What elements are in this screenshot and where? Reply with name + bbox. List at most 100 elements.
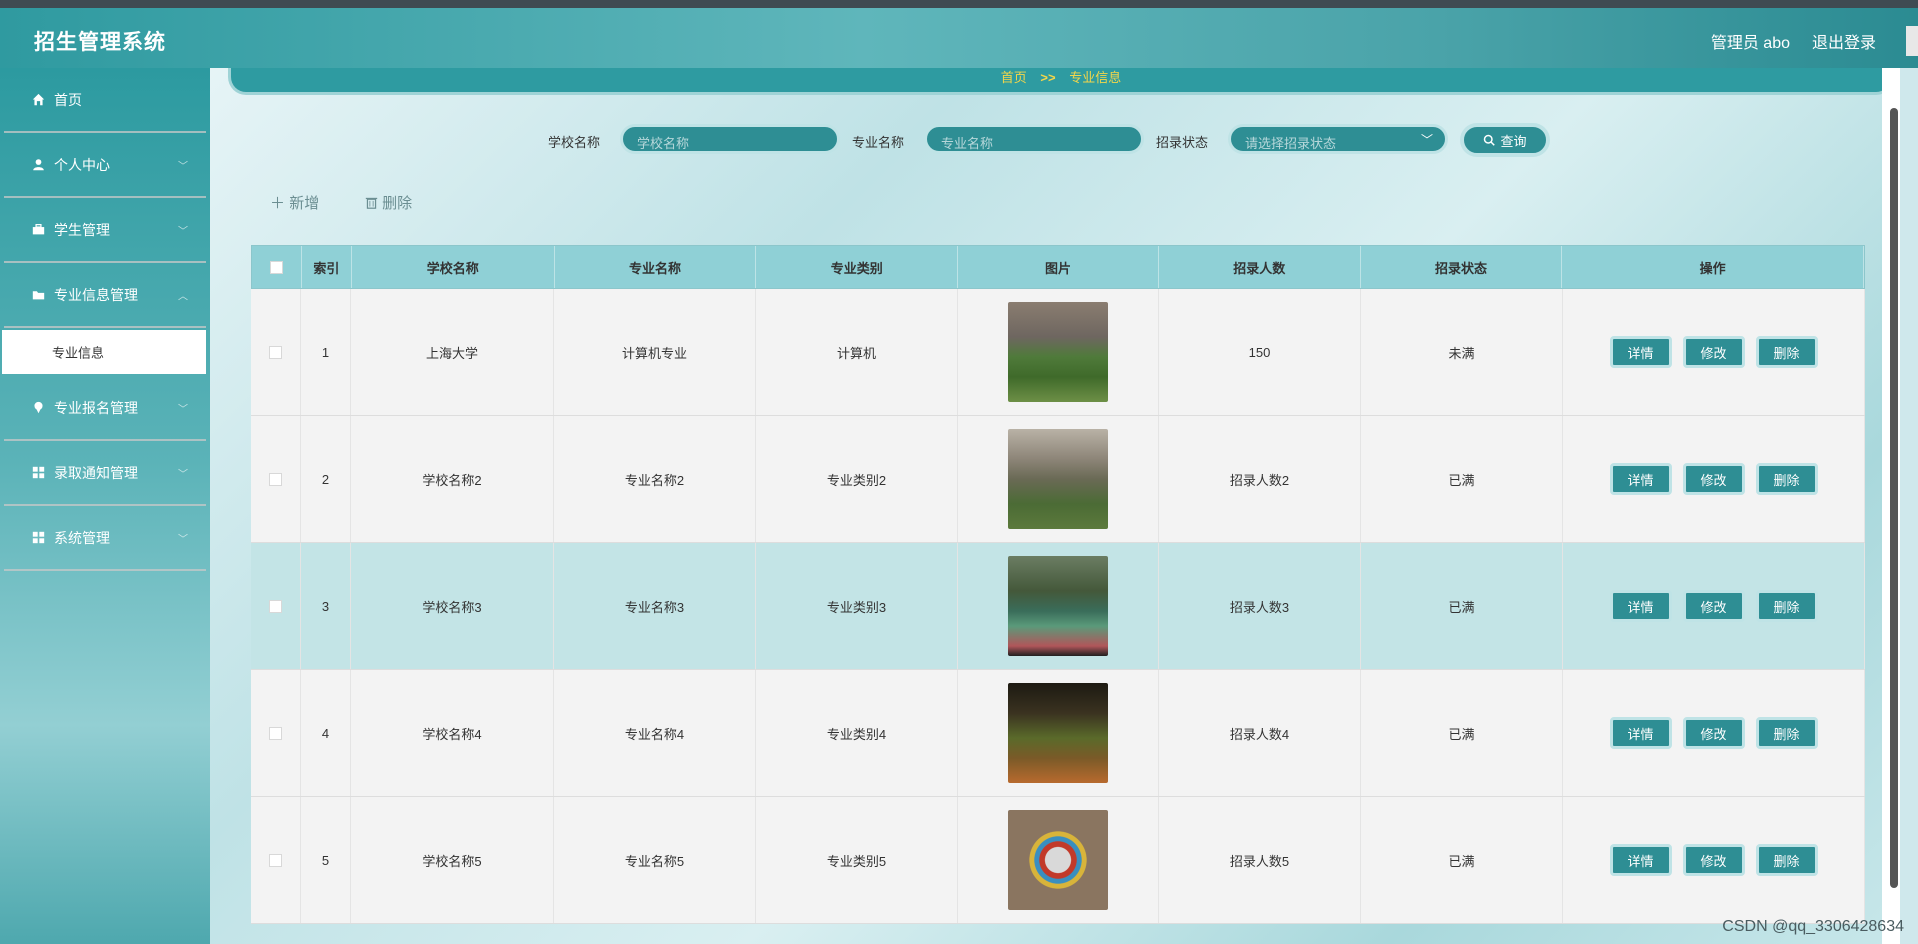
sidebar-subitem-label: 专业信息: [52, 345, 105, 361]
edit-button[interactable]: 修改: [1682, 590, 1745, 622]
cell-index: 2: [301, 416, 351, 542]
cell-status: 未满: [1361, 289, 1563, 415]
sidebar-item-label: 个人中心: [54, 156, 110, 173]
edit-button[interactable]: 修改: [1682, 844, 1745, 876]
scrollbar-thumb[interactable]: [1890, 108, 1898, 888]
cell-category: 计算机: [756, 289, 958, 415]
cell-school: 学校名称5: [351, 797, 554, 923]
school-name-placeholder: 学校名称: [637, 136, 690, 151]
current-user: 管理员 abo: [1710, 35, 1790, 52]
row-select-cell: [251, 670, 301, 796]
sidebar-item-admission-notice[interactable]: 录取通知管理 ﹀: [4, 441, 206, 506]
cell-actions: 详情 修改 删除: [1563, 670, 1865, 796]
edit-button[interactable]: 修改: [1682, 717, 1745, 749]
major-name-placeholder: 专业名称: [941, 136, 994, 151]
sidebar-item-system[interactable]: 系统管理 ﹀: [4, 506, 206, 571]
pin-icon: [31, 401, 45, 415]
row-checkbox[interactable]: [269, 853, 282, 867]
sidebar-item-home[interactable]: 首页: [4, 68, 206, 133]
delete-button[interactable]: 删除: [1755, 463, 1818, 495]
cell-status: 已满: [1361, 416, 1563, 542]
column-header: 专业类别: [756, 246, 959, 288]
campus-photo[interactable]: [1008, 429, 1108, 529]
column-header: 图片: [958, 246, 1159, 288]
column-header: 索引: [302, 246, 352, 288]
row-checkbox[interactable]: [269, 599, 282, 613]
campus-photo[interactable]: [1008, 683, 1108, 783]
sidebar-item-enrollment-mgmt[interactable]: 专业报名管理 ﹀: [4, 376, 206, 441]
delete-button[interactable]: 删除: [1755, 590, 1818, 622]
add-button[interactable]: ＋ 新增: [270, 192, 319, 213]
cell-count: 招录人数3: [1159, 543, 1361, 669]
cell-image: [958, 416, 1159, 542]
edit-button[interactable]: 修改: [1682, 463, 1745, 495]
campus-photo[interactable]: [1008, 556, 1108, 656]
sidebar-item-label: 学生管理: [54, 221, 110, 238]
search-form: 学校名称 学校名称 专业名称 专业名称 招录状态 请选择招录状态 ﹀ 查询: [210, 123, 1900, 157]
sidebar-item-students[interactable]: 学生管理 ﹀: [4, 198, 206, 263]
cell-school: 学校名称2: [351, 416, 554, 542]
breadcrumb-separator: >>: [1040, 70, 1056, 85]
column-header: 操作: [1562, 246, 1864, 288]
cell-school: 学校名称4: [351, 670, 554, 796]
major-name-label: 专业名称: [852, 135, 905, 150]
query-button[interactable]: 查询: [1460, 123, 1550, 157]
table-row[interactable]: 1 上海大学 计算机专业 计算机 150 未满 详情 修改 删除: [251, 289, 1865, 416]
cell-major: 计算机专业: [554, 289, 756, 415]
cell-major: 专业名称5: [554, 797, 756, 923]
major-name-input[interactable]: 专业名称: [924, 124, 1144, 154]
grid-icon: [31, 466, 45, 480]
top-header: 招生管理系统 管理员 abo 退出登录: [0, 8, 1918, 68]
detail-button[interactable]: 详情: [1609, 844, 1672, 876]
row-select-cell: [251, 797, 301, 923]
detail-button[interactable]: 详情: [1609, 590, 1672, 622]
table-row[interactable]: 4 学校名称4 专业名称4 专业类别4 招录人数4 已满 详情 修改 删除: [251, 670, 1865, 797]
school-name-input[interactable]: 学校名称: [620, 124, 840, 154]
search-icon: [1484, 134, 1496, 146]
detail-button[interactable]: 详情: [1609, 336, 1672, 368]
detail-button[interactable]: 详情: [1609, 463, 1672, 495]
breadcrumb: 首页 >> 专业信息: [231, 68, 1891, 86]
table-row[interactable]: 5 学校名称5 专业名称5 专业类别5 招录人数5 已满 详情 修改 删除: [251, 797, 1865, 924]
delete-button[interactable]: 删除: [1755, 336, 1818, 368]
cell-status: 已满: [1361, 670, 1563, 796]
column-header: 招录状态: [1361, 246, 1563, 288]
detail-button[interactable]: 详情: [1609, 717, 1672, 749]
campus-photo[interactable]: [1008, 302, 1108, 402]
sidebar-item-label: 系统管理: [54, 529, 110, 546]
sidebar-item-profile[interactable]: 个人中心 ﹀: [4, 133, 206, 198]
cell-image: [958, 543, 1159, 669]
major-info-table: 索引 学校名称 专业名称 专业类别 图片 招录人数 招录状态 操作 1 上海大学…: [251, 245, 1865, 924]
logout-link[interactable]: 退出登录: [1812, 29, 1876, 53]
vertical-scrollbar[interactable]: [1882, 68, 1900, 944]
sidebar-subitem-major-info[interactable]: 专业信息: [2, 330, 206, 374]
system-title: 招生管理系统: [34, 31, 166, 54]
add-button-label: 新增: [289, 195, 320, 212]
table-row[interactable]: 2 学校名称2 专业名称2 专业类别2 招录人数2 已满 详情 修改 删除: [251, 416, 1865, 543]
batch-delete-button[interactable]: 删除: [365, 192, 412, 213]
row-checkbox[interactable]: [269, 726, 282, 740]
table-header: 索引 学校名称 专业名称 专业类别 图片 招录人数 招录状态 操作: [251, 245, 1865, 289]
cell-count: 招录人数2: [1159, 416, 1361, 542]
cell-image: [958, 797, 1159, 923]
cell-category: 专业类别2: [756, 416, 958, 542]
delete-button[interactable]: 删除: [1755, 844, 1818, 876]
user-icon: [31, 158, 45, 172]
watermark-text: CSDN @qq_3306428634: [1722, 918, 1904, 935]
table-row[interactable]: 3 学校名称3 专业名称3 专业类别3 招录人数3 已满 详情 修改 删除: [251, 543, 1865, 670]
breadcrumb-bar: 首页 >> 专业信息: [228, 68, 1894, 95]
delete-button[interactable]: 删除: [1755, 717, 1818, 749]
row-checkbox[interactable]: [269, 472, 282, 486]
cell-school: 上海大学: [351, 289, 554, 415]
cell-major: 专业名称2: [554, 416, 756, 542]
row-checkbox[interactable]: [269, 345, 282, 359]
edit-button[interactable]: 修改: [1682, 336, 1745, 368]
breadcrumb-current: 专业信息: [1069, 70, 1122, 85]
status-select[interactable]: 请选择招录状态 ﹀: [1228, 124, 1448, 154]
sidebar-menu: 首页 个人中心 ﹀ 学生管理 ﹀ 专业信息管理 ︿ 专业信息 专业报名管理 ﹀: [0, 68, 210, 944]
breadcrumb-home[interactable]: 首页: [1001, 70, 1027, 85]
sidebar-item-major-info-mgmt[interactable]: 专业信息管理 ︿: [4, 263, 206, 328]
campus-photo[interactable]: [1008, 810, 1108, 910]
cell-category: 专业类别4: [756, 670, 958, 796]
select-all-checkbox[interactable]: [269, 260, 283, 274]
